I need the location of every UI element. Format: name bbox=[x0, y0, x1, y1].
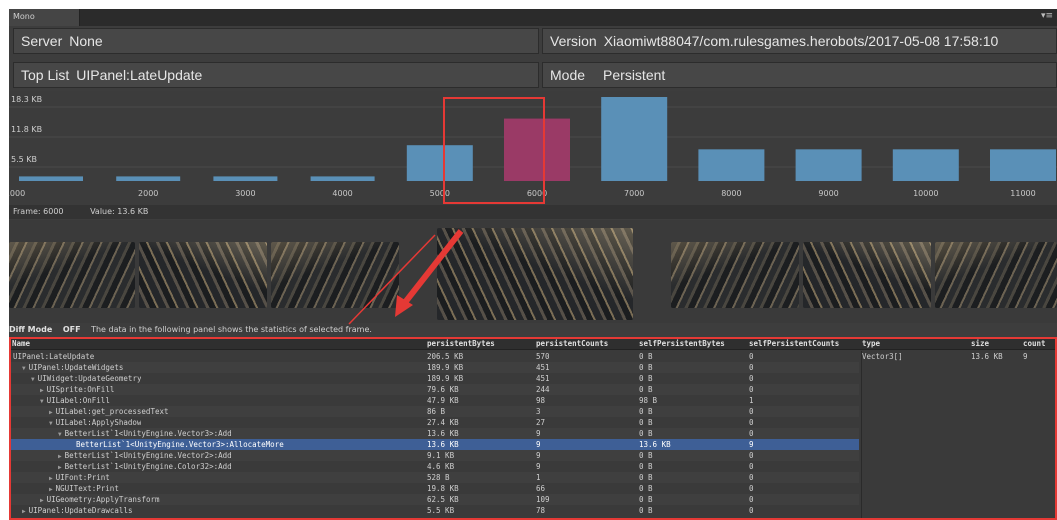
profiler-window: Mono ▾≡ Server None Version Xiaomiwt8804… bbox=[9, 9, 1057, 520]
annotation-arrow-thick bbox=[400, 229, 464, 307]
annotation-arrows bbox=[348, 229, 464, 325]
